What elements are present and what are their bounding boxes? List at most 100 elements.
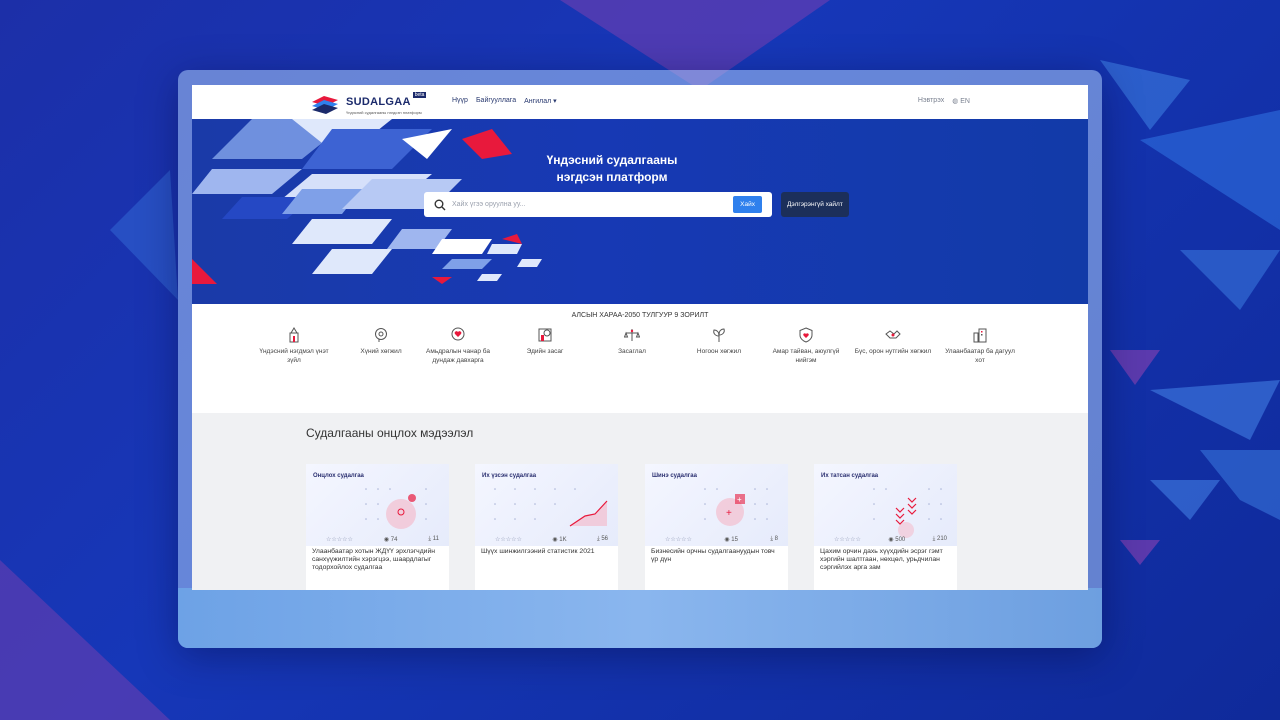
goal-item[interactable]: Бүс, орон нутгийн хөгжил <box>853 327 933 356</box>
card-illustration: + + <box>704 488 768 526</box>
goal-label: Засаглал <box>618 348 646 355</box>
card-illustration <box>365 488 427 529</box>
download-icon: ⤓ <box>428 536 432 542</box>
card-stats: ☆☆☆☆☆ ◉ 15 ⤓ 8 <box>665 536 778 543</box>
view-count: 15 <box>731 537 738 543</box>
eye-icon: ◉ <box>383 537 390 543</box>
site-logo[interactable]: SUDALGAAbeta Үндэсний судалгааны нэгдсэн… <box>310 92 427 115</box>
globe-icon: ◍ <box>952 98 959 105</box>
trending-section: Судалгааны онцлох мэдээлэл Онцлох судалг… <box>192 413 1088 590</box>
card-title: Цахим орчин дахь хүүхдийн эсрэг гэмт хэр… <box>820 548 943 571</box>
card-title: Улаанбаатар хотын ЖДҮҮ эрхлэгчдийн санхү… <box>312 548 436 571</box>
logo-badge: beta <box>412 92 427 98</box>
goals-list: Үндэсний нэгдмэл үнэт зүйл Хүний хөгжил … <box>254 327 1034 377</box>
search-input[interactable]: Хайх үгээ оруулна уу... <box>452 201 733 208</box>
card-title: Бизнесийн орчны судалгаануудын товч үр д… <box>651 548 775 563</box>
search-icon <box>434 199 446 210</box>
website-screen: SUDALGAAbeta Үндэсний судалгааны нэгдсэн… <box>192 85 1088 590</box>
goal-item[interactable]: Улаанбаатар ба дагуул хот <box>940 327 1020 365</box>
rating-stars: ☆☆☆☆☆ <box>326 537 353 543</box>
card-stats: ☆☆☆☆☆ ◉ 1K ⤓ 56 <box>495 536 608 543</box>
eye-icon: ◉ <box>724 537 730 543</box>
nav-categories[interactable]: Ангилал ▾ <box>524 97 557 105</box>
logo-mark-icon <box>312 95 338 114</box>
trending-title: Судалгааны онцлох мэдээлэл <box>306 426 474 440</box>
goal-label: Үндэсний нэгдмэл үнэт зүйл <box>259 348 329 364</box>
rating-stars: ☆☆☆☆☆ <box>665 537 692 543</box>
main-nav: Нүүр Байгууллага Ангилал ▾ <box>452 97 557 105</box>
goal-label: Хүний хөгжил <box>360 348 402 355</box>
goal-item[interactable]: Ногоон хөгжил <box>679 327 759 356</box>
search-button[interactable]: Хайх <box>733 196 762 213</box>
nav-home[interactable]: Нүүр <box>452 97 468 105</box>
card-stats: ☆☆☆☆☆ ◉ 74 ⤓ 11 <box>326 536 439 543</box>
logo-name: SUDALGAA <box>346 96 411 108</box>
eye-icon: ◉ <box>888 537 894 543</box>
city-icon <box>973 328 987 343</box>
goal-item[interactable]: Хүний хөгжил <box>341 327 421 356</box>
logo-tagline: Үндэсний судалгааны нэгдсэн платформ <box>346 110 422 115</box>
goal-label: Амар тайван, аюулгүй нийгэм <box>772 348 840 364</box>
goal-label: Бүс, орон нутгийн хөгжил <box>854 348 932 355</box>
advanced-search-button[interactable]: Дэлгэрэнгүй хайлт <box>781 192 849 217</box>
hero-title-line2: нэгдсэн платформ <box>556 170 668 184</box>
rating-stars: ☆☆☆☆☆ <box>834 537 861 543</box>
card-visual: Онцлох судалгаа ☆☆☆☆☆ ◉ 74 ⤓ 11 <box>306 464 449 546</box>
card-title: Шүүх шинжилгээний статистик 2021 <box>481 548 595 555</box>
monument-icon <box>289 327 299 343</box>
rating-stars: ☆☆☆☆☆ <box>495 537 522 543</box>
goal-item[interactable]: Амар тайван, аюулгүй нийгэм <box>766 327 846 365</box>
goal-item[interactable]: Үндэсний нэгдмэл үнэт зүйл <box>254 327 334 365</box>
language-label: EN <box>960 98 970 105</box>
card-illustration <box>873 488 942 538</box>
download-icon: ⤓ <box>932 536 936 542</box>
hero-title-line1: Үндэсний судалгааны <box>546 153 678 167</box>
head-icon <box>375 328 387 342</box>
card-visual: Их татсан судалгаа ☆☆☆☆☆ ◉ 500 ⤓ 210 <box>814 464 957 546</box>
download-count: 8 <box>774 536 778 542</box>
research-card[interactable]: Шинэ судалгаа + + ☆☆☆☆☆ ◉ 15 ⤓ 8 Бизнеси <box>645 464 788 590</box>
nav-right: Нэвтрэх ◍ EN <box>918 97 970 105</box>
goal-label: Ногоон хөгжил <box>696 348 742 355</box>
research-card[interactable]: Их татсан судалгаа ☆☆☆☆☆ ◉ 500 ⤓ 210 Цах… <box>814 464 957 590</box>
goal-item[interactable]: Засаглал <box>592 327 672 356</box>
hero-banner: Үндэсний судалгааны нэгдсэн платформ Хай… <box>192 119 1088 304</box>
view-count: 500 <box>895 537 906 543</box>
download-count: 11 <box>432 536 439 542</box>
eye-icon: ◉ <box>552 537 558 543</box>
download-count: 210 <box>936 536 947 542</box>
shield-icon <box>799 327 813 343</box>
view-count: 74 <box>390 537 398 543</box>
goal-item[interactable]: Эдийн засаг <box>505 327 585 356</box>
research-card[interactable]: Онцлох судалгаа ☆☆☆☆☆ ◉ 74 ⤓ 11 Улаанбаа… <box>306 464 449 590</box>
browser-frame: SUDALGAAbeta Үндэсний судалгааны нэгдсэн… <box>178 70 1102 648</box>
hands-heart-icon <box>451 327 465 341</box>
download-count: 56 <box>601 536 608 542</box>
svg-text:+: + <box>726 508 732 519</box>
goal-label: Амьдралын чанар ба дундаж давхарга <box>426 348 490 364</box>
search-bar: Хайх үгээ оруулна уу... Хайх <box>424 192 772 217</box>
hero-title: Үндэсний судалгааны нэгдсэн платформ <box>512 152 712 186</box>
leaf-icon <box>713 328 725 342</box>
frame-reflection <box>178 588 1102 648</box>
nav-organizations[interactable]: Байгууллага <box>476 97 516 105</box>
coins-icon <box>538 328 552 342</box>
download-icon: ⤓ <box>770 536 773 542</box>
view-count: 1K <box>559 537 567 543</box>
download-icon: ⤓ <box>596 536 600 542</box>
research-card[interactable]: Их үзсэн судалгаа ☆☆☆☆☆ ◉ 1K ⤓ 56 Шүүх ш… <box>475 464 618 590</box>
card-visual: Их үзсэн судалгаа ☆☆☆☆☆ ◉ 1K ⤓ 56 <box>475 464 618 546</box>
card-illustration <box>494 488 608 527</box>
goals-title: АЛСЫН ХАРАА-2050 ТУЛГУУР 9 ЗОРИЛТ <box>571 312 709 319</box>
language-switch[interactable]: ◍ EN <box>952 97 970 105</box>
card-visual: Шинэ судалгаа + + ☆☆☆☆☆ ◉ 15 ⤓ 8 <box>645 464 788 546</box>
goal-label: Улаанбаатар ба дагуул хот <box>945 348 1015 364</box>
top-navbar: SUDALGAAbeta Үндэсний судалгааны нэгдсэн… <box>192 85 1088 119</box>
login-link[interactable]: Нэвтрэх <box>918 97 944 105</box>
scales-icon <box>624 329 640 341</box>
handshake-icon <box>885 330 901 339</box>
card-stats: ☆☆☆☆☆ ◉ 500 ⤓ 210 <box>834 536 947 543</box>
goal-label: Эдийн засаг <box>526 348 564 355</box>
goal-item[interactable]: Амьдралын чанар ба дундаж давхарга <box>418 327 498 365</box>
svg-text:+: + <box>737 495 742 504</box>
